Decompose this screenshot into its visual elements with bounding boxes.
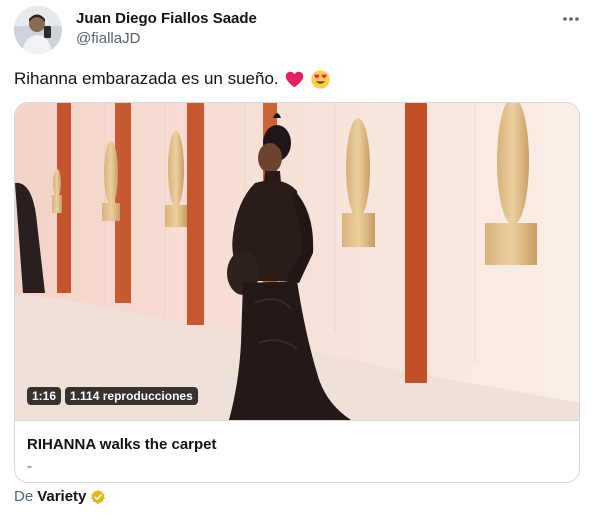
avatar[interactable] bbox=[14, 6, 62, 54]
more-horizontal-icon[interactable] bbox=[560, 10, 582, 28]
source-attribution: De Variety bbox=[14, 488, 106, 505]
card-title: RIHANNA walks the carpet bbox=[27, 436, 217, 453]
author-handle[interactable]: @fiallaJD bbox=[76, 30, 140, 47]
gold-verified-icon bbox=[90, 489, 106, 505]
author-name[interactable]: Juan Diego Fiallos Saade bbox=[76, 10, 257, 27]
tweet: Juan Diego Fiallos Saade @fiallaJD Rihan… bbox=[0, 0, 600, 522]
heart-eyes-emoji bbox=[310, 69, 331, 90]
video-views: 1.114 reproducciones bbox=[65, 387, 198, 405]
source-name[interactable]: Variety bbox=[37, 488, 86, 505]
video-badges: 1:16 1.114 reproducciones bbox=[27, 387, 198, 405]
media-card[interactable]: 1:16 1.114 reproducciones RIHANNA walks … bbox=[14, 102, 580, 483]
video-duration: 1:16 bbox=[27, 387, 62, 405]
video-player[interactable]: 1:16 1.114 reproducciones bbox=[15, 103, 579, 420]
tweet-text: Rihanna embarazada es un sueño. bbox=[14, 68, 331, 90]
source-prefix: De bbox=[14, 488, 34, 505]
avatar-photo bbox=[14, 6, 62, 54]
card-meta: RIHANNA walks the carpet - bbox=[15, 420, 579, 482]
tweet-text-body: Rihanna embarazada es un sueño. bbox=[14, 69, 279, 88]
red-heart-emoji bbox=[284, 69, 305, 90]
card-description: - bbox=[27, 458, 32, 475]
video-thumbnail bbox=[15, 103, 579, 420]
